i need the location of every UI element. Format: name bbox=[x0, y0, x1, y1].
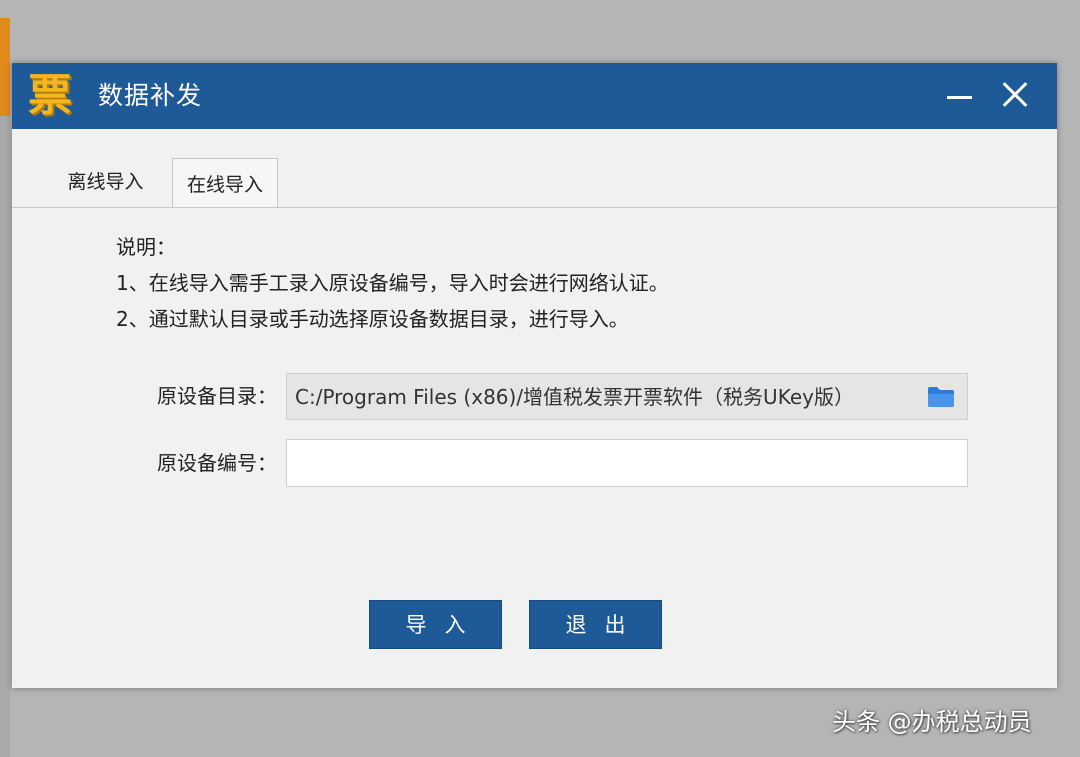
folder-icon[interactable] bbox=[927, 386, 955, 408]
device-id-input[interactable] bbox=[286, 439, 968, 487]
close-button[interactable] bbox=[995, 75, 1035, 115]
directory-field[interactable]: C:/Program Files (x86)/增值税发票开票软件（税务UKey版… bbox=[286, 373, 968, 420]
background-accent-strip bbox=[0, 18, 10, 116]
instructions-heading: 说明： bbox=[116, 235, 176, 259]
tab-divider bbox=[12, 207, 1057, 208]
device-id-label: 原设备编号： bbox=[157, 451, 277, 475]
instruction-line-2: 2、通过默认目录或手动选择原设备数据目录，进行导入。 bbox=[116, 307, 629, 331]
invoice-logo-icon: 票 bbox=[28, 70, 72, 121]
import-button[interactable]: 导入 bbox=[369, 600, 502, 649]
exit-button[interactable]: 退出 bbox=[529, 600, 662, 649]
background-edge bbox=[0, 116, 10, 757]
dialog-titlebar[interactable]: 票 数据补发 bbox=[12, 63, 1057, 129]
minimize-button[interactable] bbox=[939, 75, 979, 115]
directory-path-text: C:/Program Files (x86)/增值税发票开票软件（税务UKey版… bbox=[295, 385, 854, 409]
tab-offline-import[interactable]: 离线导入 bbox=[48, 158, 163, 207]
directory-label: 原设备目录： bbox=[157, 384, 277, 408]
data-resend-dialog: 票 数据补发 离线导入 在线导入 说明： 1、在线导入需手工录入原设备编号，导入… bbox=[12, 63, 1057, 688]
watermark-text: 头条 @办税总动员 bbox=[832, 708, 1032, 736]
tab-online-import[interactable]: 在线导入 bbox=[172, 158, 278, 208]
instructions: 说明： 1、在线导入需手工录入原设备编号，导入时会进行网络认证。 2、通过默认目… bbox=[116, 229, 669, 337]
dialog-title: 数据补发 bbox=[98, 81, 203, 110]
instruction-line-1: 1、在线导入需手工录入原设备编号，导入时会进行网络认证。 bbox=[116, 271, 669, 295]
